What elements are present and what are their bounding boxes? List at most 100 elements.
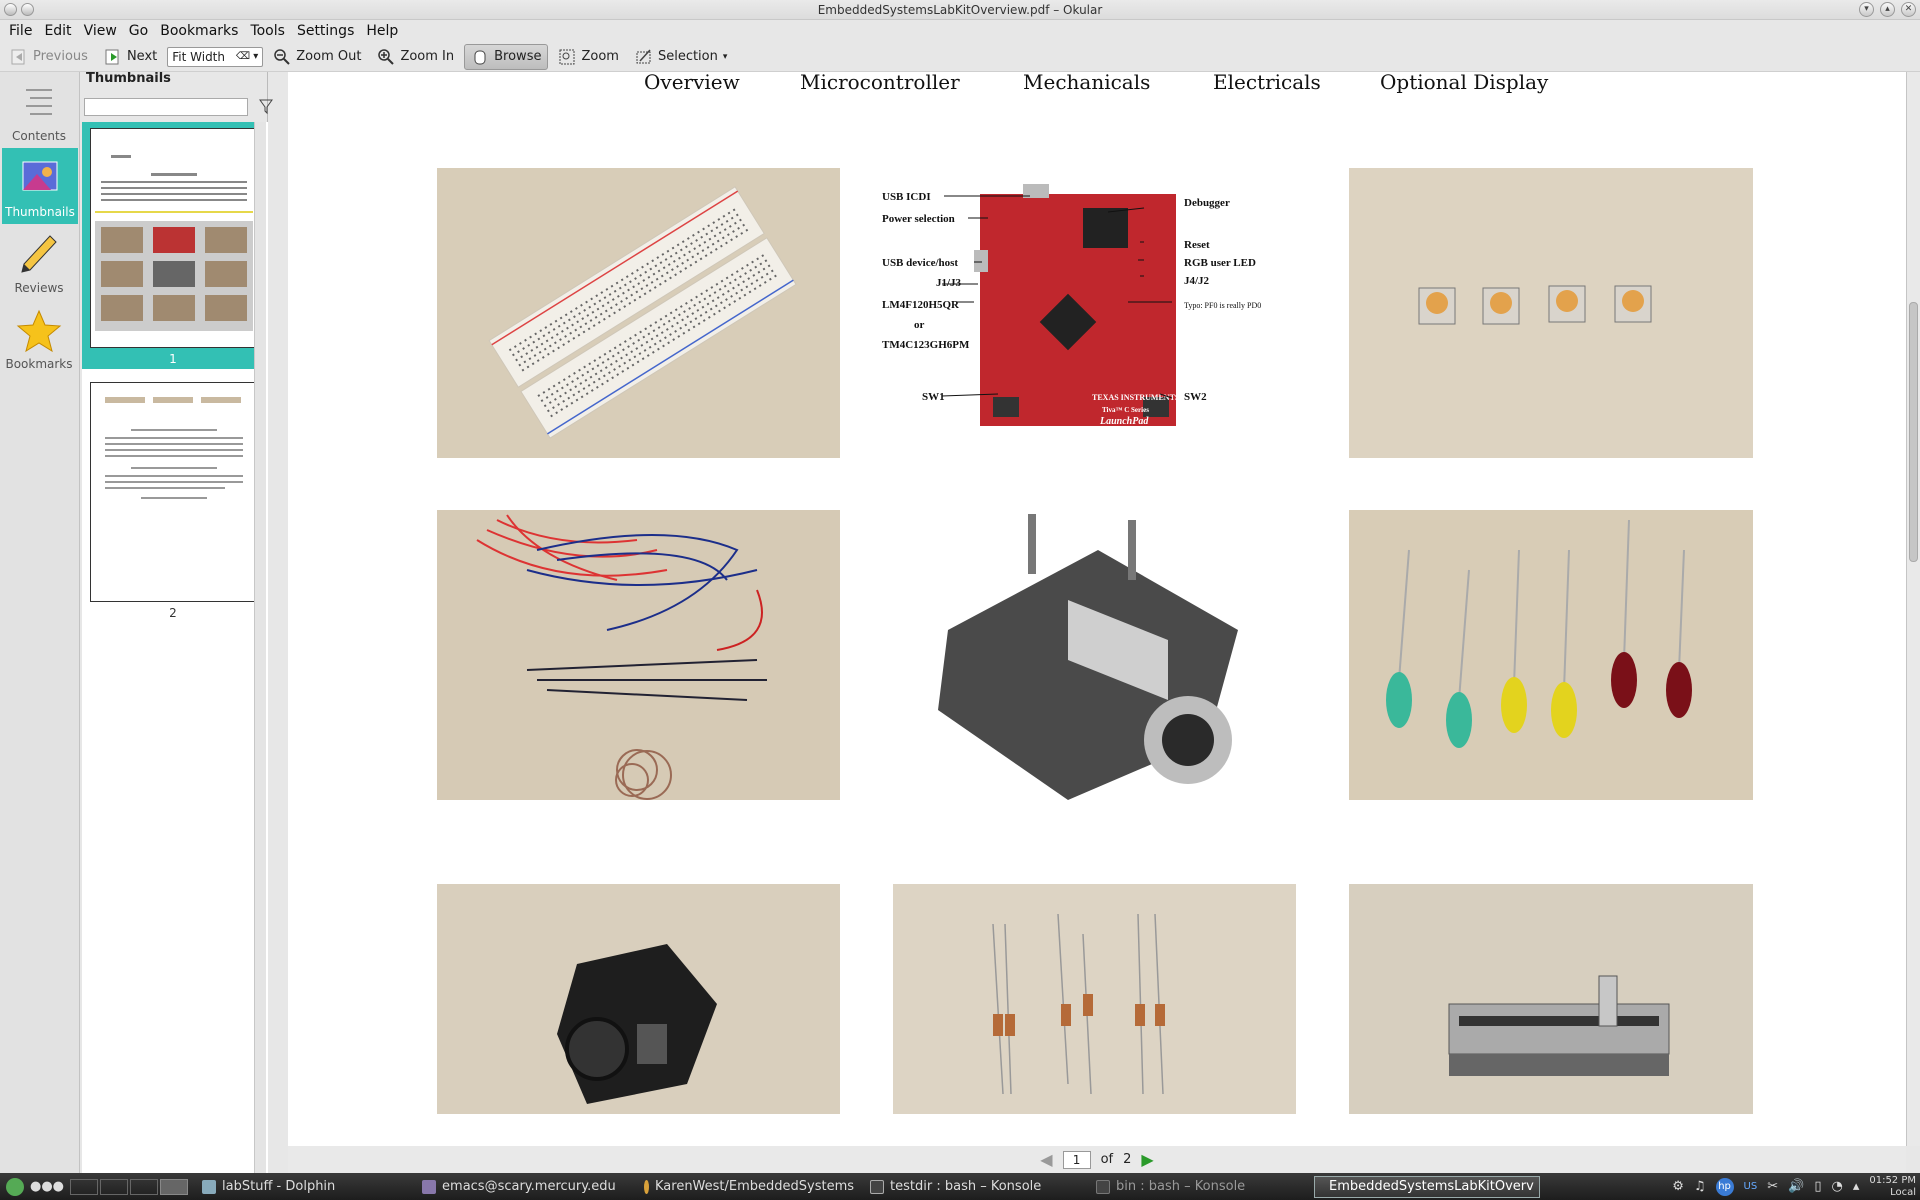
- task-emacs[interactable]: emacs@scary.mercury.edu: [414, 1176, 636, 1198]
- minimize-icon[interactable]: ▾: [1859, 2, 1874, 17]
- menu-settings[interactable]: Settings: [291, 23, 360, 39]
- clear-icon[interactable]: ⌫ ▾: [236, 51, 262, 62]
- activities-icon[interactable]: ●●●: [30, 1179, 64, 1194]
- task-browser[interactable]: KarenWest/EmbeddedSystems: [636, 1176, 862, 1198]
- zoom-out-button[interactable]: Zoom Out: [267, 45, 367, 69]
- sticky-icon[interactable]: [21, 3, 34, 16]
- menu-bookmarks[interactable]: Bookmarks: [154, 23, 244, 39]
- hand-icon: [474, 50, 486, 64]
- next-page-arrow-icon[interactable]: ▶: [1141, 1150, 1153, 1169]
- thumbnails-title: Thumbnails: [86, 71, 171, 86]
- page-of-label: of: [1100, 1152, 1114, 1167]
- thumbnail-scrollbar[interactable]: [254, 122, 266, 1173]
- resistors-photo: [893, 884, 1296, 1114]
- label-usb-icdi: USB ICDI: [882, 191, 931, 203]
- pager-desktop-4[interactable]: [160, 1178, 189, 1195]
- zoom-in-button[interactable]: Zoom In: [371, 45, 460, 69]
- window-menu-icon[interactable]: [4, 3, 17, 16]
- battery-icon[interactable]: ▯: [1814, 1179, 1821, 1194]
- tray-expand-icon[interactable]: ▴: [1853, 1179, 1860, 1194]
- label-or: or: [914, 319, 925, 331]
- menu-tools[interactable]: Tools: [244, 23, 291, 39]
- label-sw2: SW2: [1184, 391, 1207, 403]
- browse-tool-button[interactable]: Browse: [464, 43, 549, 70]
- menu-go[interactable]: Go: [123, 23, 154, 39]
- audio-jack-photo: [908, 510, 1268, 810]
- board-series: Tiva™ C Series: [1102, 406, 1149, 414]
- next-button[interactable]: Next: [98, 45, 163, 69]
- label-sw1: SW1: [922, 391, 945, 403]
- taskbar: ●●● labStuff - Dolphin emacs@scary.mercu…: [0, 1173, 1920, 1200]
- menu-view[interactable]: View: [78, 23, 123, 39]
- zoom-out-icon: [274, 48, 290, 65]
- sidebar-item-reviews[interactable]: Reviews: [0, 224, 78, 300]
- board-brand: TEXAS INSTRUMENTS: [1092, 393, 1180, 402]
- menu-help[interactable]: Help: [360, 23, 404, 39]
- nav-link-optional-display[interactable]: Optional Display: [1380, 72, 1548, 94]
- filter-icon[interactable]: [259, 98, 275, 116]
- zoom-tool-button[interactable]: Zoom: [552, 45, 624, 69]
- scrollbar-thumb[interactable]: [1909, 302, 1918, 562]
- selection-tool-button[interactable]: Selection ▾: [629, 45, 733, 69]
- contents-icon: [26, 89, 52, 115]
- breadboard-photo: [437, 168, 840, 458]
- pager-desktop-2[interactable]: [100, 1178, 129, 1195]
- label-usb-device-host: USB device/host: [882, 257, 958, 269]
- label-power-selection: Power selection: [882, 213, 955, 225]
- thumbnail-search-input[interactable]: [84, 98, 248, 116]
- dolphin-icon: [202, 1179, 217, 1194]
- sidebar-item-bookmarks[interactable]: Bookmarks: [0, 300, 78, 376]
- board-name: LaunchPad: [1099, 416, 1149, 427]
- jack-socket-photo: [437, 884, 840, 1114]
- previous-button[interactable]: Previous: [4, 45, 94, 69]
- close-icon[interactable]: ✕: [1901, 2, 1916, 17]
- task-konsole-bin[interactable]: bin : bash – Konsole: [1088, 1176, 1314, 1198]
- nav-link-microcontroller[interactable]: Microcontroller: [800, 72, 960, 94]
- pager-desktop-1[interactable]: [70, 1178, 99, 1195]
- page-total: 2: [1123, 1152, 1132, 1167]
- nav-link-electricals[interactable]: Electricals: [1213, 72, 1321, 94]
- selection-dropdown-icon[interactable]: ▾: [723, 52, 728, 62]
- star-icon: [16, 309, 62, 353]
- page-navigation-bar: ◀ 1 of 2 ▶: [288, 1146, 1906, 1173]
- task-okular[interactable]: EmbeddedSystemsLabKitOverv: [1314, 1175, 1541, 1198]
- tools-icon[interactable]: ✂: [1767, 1179, 1778, 1194]
- document-scrollbar[interactable]: [1906, 72, 1920, 1146]
- thumbnails-icon: [22, 161, 58, 191]
- zoom-in-icon: [378, 48, 395, 65]
- nav-link-mechanicals[interactable]: Mechanicals: [1023, 72, 1150, 94]
- music-icon[interactable]: ♫: [1694, 1179, 1706, 1194]
- menu-file[interactable]: File: [3, 23, 38, 39]
- hp-icon[interactable]: hp: [1715, 1177, 1734, 1196]
- emacs-icon: [422, 1179, 437, 1194]
- sidebar-item-thumbnails[interactable]: Thumbnails: [2, 148, 78, 224]
- maximize-icon[interactable]: ▴: [1880, 2, 1895, 17]
- task-konsole-testdir[interactable]: testdir : bash – Konsole: [862, 1176, 1088, 1198]
- menu-edit[interactable]: Edit: [38, 23, 77, 39]
- title-bar: EmbeddedSystemsLabKitOverview.pdf – Okul…: [0, 0, 1920, 20]
- nav-link-overview[interactable]: Overview: [644, 72, 740, 94]
- previous-page-arrow-icon[interactable]: ◀: [1040, 1150, 1052, 1169]
- sidebar-item-contents[interactable]: Contents: [0, 72, 78, 148]
- volume-icon[interactable]: 🔊: [1788, 1179, 1804, 1194]
- zoom-select[interactable]: Fit Width ⌫ ▾: [167, 46, 264, 67]
- keyboard-layout[interactable]: US: [1744, 1181, 1758, 1192]
- page-2-thumbnail[interactable]: [90, 382, 256, 602]
- network-icon[interactable]: ◔: [1831, 1179, 1842, 1194]
- okular-window: EmbeddedSystemsLabKitOverview.pdf – Okul…: [0, 0, 1920, 1200]
- page-number-input[interactable]: 1: [1062, 1150, 1091, 1169]
- menu-bar: File Edit View Go Bookmarks Tools Settin…: [0, 20, 1920, 42]
- previous-page-icon: [11, 49, 25, 64]
- updates-icon[interactable]: ⚙: [1672, 1179, 1684, 1194]
- task-dolphin[interactable]: labStuff - Dolphin: [194, 1176, 414, 1198]
- pencil-icon: [21, 235, 57, 273]
- label-j1j3: J1/J3: [936, 277, 962, 289]
- page-1-preview: [91, 129, 255, 347]
- label-j4j2: J4/J2: [1184, 275, 1210, 287]
- label-rgb-led: RGB user LED: [1184, 257, 1256, 269]
- page-1-thumbnail[interactable]: [90, 128, 256, 348]
- label-reset: Reset: [1184, 239, 1210, 251]
- kde-menu-icon[interactable]: [6, 1177, 24, 1196]
- clock[interactable]: 01:52 PM Local: [1869, 1175, 1916, 1199]
- pager-desktop-3[interactable]: [130, 1178, 159, 1195]
